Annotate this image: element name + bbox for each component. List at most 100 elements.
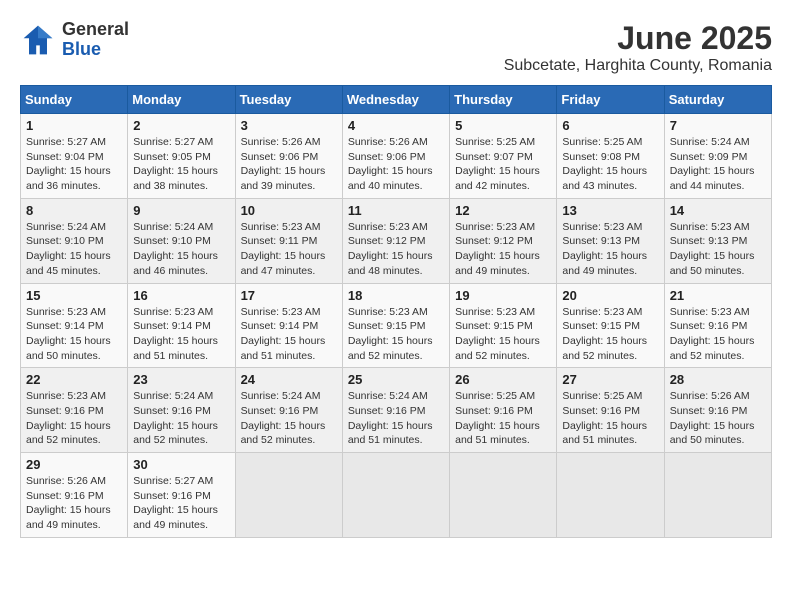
day-number: 1 [26, 118, 122, 133]
day-info: Sunrise: 5:23 AMSunset: 9:14 PMDaylight:… [133, 306, 218, 362]
day-number: 13 [562, 203, 658, 218]
day-info: Sunrise: 5:23 AMSunset: 9:14 PMDaylight:… [26, 306, 111, 362]
day-info: Sunrise: 5:23 AMSunset: 9:12 PMDaylight:… [455, 221, 540, 277]
day-number: 20 [562, 288, 658, 303]
calendar-week-row: 22 Sunrise: 5:23 AMSunset: 9:16 PMDaylig… [21, 368, 772, 453]
day-number: 14 [670, 203, 766, 218]
day-info: Sunrise: 5:24 AMSunset: 9:10 PMDaylight:… [26, 221, 111, 277]
calendar-cell: 17 Sunrise: 5:23 AMSunset: 9:14 PMDaylig… [235, 283, 342, 368]
calendar-cell: 30 Sunrise: 5:27 AMSunset: 9:16 PMDaylig… [128, 453, 235, 538]
day-info: Sunrise: 5:26 AMSunset: 9:16 PMDaylight:… [26, 475, 111, 531]
calendar-week-row: 8 Sunrise: 5:24 AMSunset: 9:10 PMDayligh… [21, 198, 772, 283]
day-info: Sunrise: 5:23 AMSunset: 9:13 PMDaylight:… [670, 221, 755, 277]
header-sunday: Sunday [21, 86, 128, 114]
day-info: Sunrise: 5:23 AMSunset: 9:16 PMDaylight:… [26, 390, 111, 446]
day-number: 23 [133, 372, 229, 387]
day-number: 15 [26, 288, 122, 303]
day-number: 19 [455, 288, 551, 303]
day-info: Sunrise: 5:27 AMSunset: 9:04 PMDaylight:… [26, 136, 111, 192]
day-info: Sunrise: 5:23 AMSunset: 9:15 PMDaylight:… [348, 306, 433, 362]
day-number: 17 [241, 288, 337, 303]
logo-general: General [62, 20, 129, 40]
day-info: Sunrise: 5:26 AMSunset: 9:06 PMDaylight:… [348, 136, 433, 192]
main-title: June 2025 [504, 20, 772, 57]
logo-blue: Blue [62, 40, 129, 60]
day-info: Sunrise: 5:24 AMSunset: 9:16 PMDaylight:… [133, 390, 218, 446]
header-saturday: Saturday [664, 86, 771, 114]
calendar-cell: 8 Sunrise: 5:24 AMSunset: 9:10 PMDayligh… [21, 198, 128, 283]
calendar-cell: 16 Sunrise: 5:23 AMSunset: 9:14 PMDaylig… [128, 283, 235, 368]
calendar-cell: 21 Sunrise: 5:23 AMSunset: 9:16 PMDaylig… [664, 283, 771, 368]
day-number: 2 [133, 118, 229, 133]
day-number: 24 [241, 372, 337, 387]
day-info: Sunrise: 5:23 AMSunset: 9:16 PMDaylight:… [670, 306, 755, 362]
page-header: General Blue June 2025 Subcetate, Harghi… [20, 20, 772, 75]
calendar-cell [664, 453, 771, 538]
day-info: Sunrise: 5:23 AMSunset: 9:11 PMDaylight:… [241, 221, 326, 277]
calendar-cell: 7 Sunrise: 5:24 AMSunset: 9:09 PMDayligh… [664, 114, 771, 199]
logo-icon [20, 22, 56, 58]
day-number: 25 [348, 372, 444, 387]
calendar-week-row: 15 Sunrise: 5:23 AMSunset: 9:14 PMDaylig… [21, 283, 772, 368]
calendar-cell: 25 Sunrise: 5:24 AMSunset: 9:16 PMDaylig… [342, 368, 449, 453]
day-number: 3 [241, 118, 337, 133]
header-wednesday: Wednesday [342, 86, 449, 114]
calendar-cell [557, 453, 664, 538]
subtitle: Subcetate, Harghita County, Romania [504, 57, 772, 75]
day-number: 29 [26, 457, 122, 472]
day-info: Sunrise: 5:24 AMSunset: 9:16 PMDaylight:… [348, 390, 433, 446]
day-info: Sunrise: 5:23 AMSunset: 9:15 PMDaylight:… [455, 306, 540, 362]
calendar-cell [450, 453, 557, 538]
day-info: Sunrise: 5:24 AMSunset: 9:16 PMDaylight:… [241, 390, 326, 446]
day-info: Sunrise: 5:23 AMSunset: 9:12 PMDaylight:… [348, 221, 433, 277]
calendar-cell: 2 Sunrise: 5:27 AMSunset: 9:05 PMDayligh… [128, 114, 235, 199]
calendar-cell: 10 Sunrise: 5:23 AMSunset: 9:11 PMDaylig… [235, 198, 342, 283]
header-thursday: Thursday [450, 86, 557, 114]
calendar-cell: 1 Sunrise: 5:27 AMSunset: 9:04 PMDayligh… [21, 114, 128, 199]
day-info: Sunrise: 5:26 AMSunset: 9:16 PMDaylight:… [670, 390, 755, 446]
day-info: Sunrise: 5:23 AMSunset: 9:13 PMDaylight:… [562, 221, 647, 277]
day-number: 26 [455, 372, 551, 387]
day-info: Sunrise: 5:25 AMSunset: 9:07 PMDaylight:… [455, 136, 540, 192]
header-tuesday: Tuesday [235, 86, 342, 114]
day-number: 7 [670, 118, 766, 133]
day-number: 28 [670, 372, 766, 387]
calendar-cell: 20 Sunrise: 5:23 AMSunset: 9:15 PMDaylig… [557, 283, 664, 368]
calendar-cell: 18 Sunrise: 5:23 AMSunset: 9:15 PMDaylig… [342, 283, 449, 368]
calendar-cell: 15 Sunrise: 5:23 AMSunset: 9:14 PMDaylig… [21, 283, 128, 368]
day-number: 5 [455, 118, 551, 133]
day-number: 6 [562, 118, 658, 133]
calendar-cell: 5 Sunrise: 5:25 AMSunset: 9:07 PMDayligh… [450, 114, 557, 199]
day-info: Sunrise: 5:23 AMSunset: 9:15 PMDaylight:… [562, 306, 647, 362]
calendar-week-row: 29 Sunrise: 5:26 AMSunset: 9:16 PMDaylig… [21, 453, 772, 538]
day-info: Sunrise: 5:26 AMSunset: 9:06 PMDaylight:… [241, 136, 326, 192]
calendar-cell [342, 453, 449, 538]
calendar-cell: 24 Sunrise: 5:24 AMSunset: 9:16 PMDaylig… [235, 368, 342, 453]
day-number: 27 [562, 372, 658, 387]
day-number: 8 [26, 203, 122, 218]
header-friday: Friday [557, 86, 664, 114]
calendar-cell: 28 Sunrise: 5:26 AMSunset: 9:16 PMDaylig… [664, 368, 771, 453]
calendar-cell: 22 Sunrise: 5:23 AMSunset: 9:16 PMDaylig… [21, 368, 128, 453]
day-info: Sunrise: 5:24 AMSunset: 9:10 PMDaylight:… [133, 221, 218, 277]
header-monday: Monday [128, 86, 235, 114]
calendar-cell: 14 Sunrise: 5:23 AMSunset: 9:13 PMDaylig… [664, 198, 771, 283]
calendar-cell: 13 Sunrise: 5:23 AMSunset: 9:13 PMDaylig… [557, 198, 664, 283]
logo: General Blue [20, 20, 129, 60]
logo-text: General Blue [62, 20, 129, 60]
day-number: 9 [133, 203, 229, 218]
day-info: Sunrise: 5:27 AMSunset: 9:16 PMDaylight:… [133, 475, 218, 531]
day-number: 12 [455, 203, 551, 218]
day-info: Sunrise: 5:25 AMSunset: 9:16 PMDaylight:… [562, 390, 647, 446]
calendar-cell: 11 Sunrise: 5:23 AMSunset: 9:12 PMDaylig… [342, 198, 449, 283]
day-number: 30 [133, 457, 229, 472]
calendar-cell: 3 Sunrise: 5:26 AMSunset: 9:06 PMDayligh… [235, 114, 342, 199]
calendar-cell: 9 Sunrise: 5:24 AMSunset: 9:10 PMDayligh… [128, 198, 235, 283]
day-info: Sunrise: 5:27 AMSunset: 9:05 PMDaylight:… [133, 136, 218, 192]
day-number: 21 [670, 288, 766, 303]
day-info: Sunrise: 5:24 AMSunset: 9:09 PMDaylight:… [670, 136, 755, 192]
calendar-cell: 29 Sunrise: 5:26 AMSunset: 9:16 PMDaylig… [21, 453, 128, 538]
day-number: 18 [348, 288, 444, 303]
day-info: Sunrise: 5:25 AMSunset: 9:08 PMDaylight:… [562, 136, 647, 192]
day-number: 11 [348, 203, 444, 218]
